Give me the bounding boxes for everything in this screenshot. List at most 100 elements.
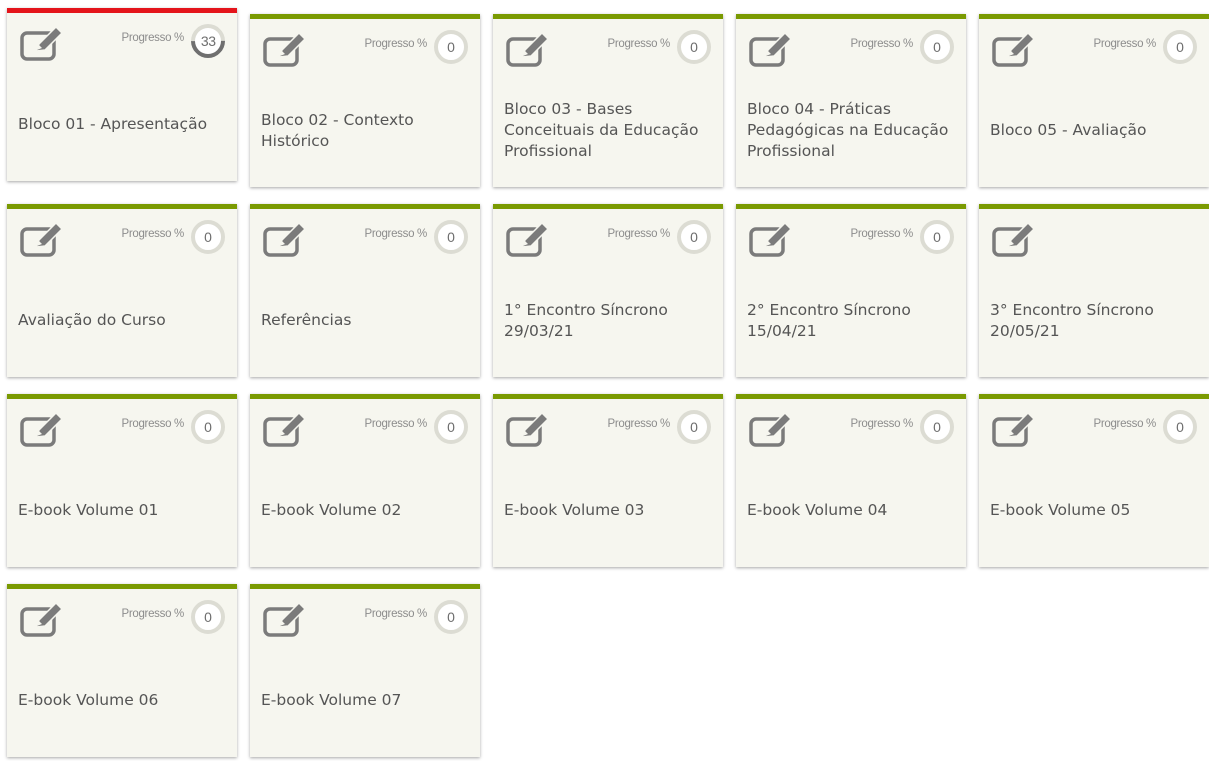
edit-pencil-icon — [20, 25, 64, 61]
tile-title: E-book Volume 02 — [261, 501, 402, 519]
progress-label: Progresso % — [364, 38, 427, 50]
progress-label: Progresso % — [607, 38, 670, 50]
progress-value: 0 — [204, 609, 212, 625]
tile-title: E-book Volume 07 — [261, 691, 402, 709]
edit-pencil-icon — [506, 411, 550, 447]
progress-ring: 0 — [434, 410, 468, 444]
tile-bloco-03[interactable]: Progresso % 0 Bloco 03 - Bases Conceitua… — [493, 14, 723, 187]
progress-value: 0 — [933, 229, 941, 245]
edit-pencil-icon — [749, 411, 793, 447]
tile-encontro-2[interactable]: Progresso % 0 2° Encontro Síncrono 15/04… — [736, 204, 966, 377]
progress-label: Progresso % — [850, 228, 913, 240]
tile-title: E-book Volume 05 — [990, 501, 1131, 519]
progress-ring: 0 — [434, 30, 468, 64]
edit-pencil-icon — [20, 601, 64, 637]
progress-label: Progresso % — [1093, 418, 1156, 430]
progress-value: 0 — [1176, 39, 1184, 55]
progress-value: 0 — [447, 39, 455, 55]
edit-pencil-icon — [263, 31, 307, 67]
tile-ebook-01[interactable]: Progresso % 0 E-book Volume 01 — [7, 394, 237, 567]
edit-pencil-icon — [20, 221, 64, 257]
progress-ring: 0 — [920, 410, 954, 444]
tile-referencias[interactable]: Progresso % 0 Referências — [250, 204, 480, 377]
progress-label: Progresso % — [121, 228, 184, 240]
tile-avaliacao-curso[interactable]: Progresso % 0 Avaliação do Curso — [7, 204, 237, 377]
progress-label: Progresso % — [121, 418, 184, 430]
progress-label: Progresso % — [121, 608, 184, 620]
progress-ring: 0 — [677, 220, 711, 254]
progress-ring: 0 — [1163, 410, 1197, 444]
edit-pencil-icon — [263, 221, 307, 257]
progress-value: 0 — [1176, 419, 1184, 435]
tile-ebook-07[interactable]: Progresso % 0 E-book Volume 07 — [250, 584, 480, 757]
tile-title: Bloco 05 - Avaliação — [990, 121, 1147, 139]
progress-label: Progresso % — [364, 228, 427, 240]
progress-label: Progresso % — [364, 418, 427, 430]
tile-ebook-06[interactable]: Progresso % 0 E-book Volume 06 — [7, 584, 237, 757]
progress-value: 0 — [447, 419, 455, 435]
tile-title: 1° Encontro Síncrono 29/03/21 — [504, 300, 668, 340]
tile-title: E-book Volume 03 — [504, 501, 645, 519]
tile-title: Bloco 03 - Bases Conceituais da Educação… — [504, 100, 699, 160]
tile-ebook-05[interactable]: Progresso % 0 E-book Volume 05 — [979, 394, 1209, 567]
progress-ring: 0 — [191, 220, 225, 254]
tile-bloco-02[interactable]: Progresso % 0 Bloco 02 - Contexto Histór… — [250, 14, 480, 187]
tile-title: Bloco 04 - Práticas Pedagógicas na Educa… — [747, 100, 949, 160]
tile-title: 2° Encontro Síncrono 15/04/21 — [747, 300, 911, 340]
edit-pencil-icon — [992, 31, 1036, 67]
tile-title: E-book Volume 04 — [747, 501, 888, 519]
edit-pencil-icon — [506, 221, 550, 257]
progress-ring: 0 — [191, 600, 225, 634]
progress-value: 0 — [933, 419, 941, 435]
progress-label: Progresso % — [607, 418, 670, 430]
tile-title: Avaliação do Curso — [18, 311, 166, 329]
tile-ebook-02[interactable]: Progresso % 0 E-book Volume 02 — [250, 394, 480, 567]
progress-value: 33 — [200, 32, 216, 49]
tile-ebook-03[interactable]: Progresso % 0 E-book Volume 03 — [493, 394, 723, 567]
edit-pencil-icon — [749, 31, 793, 67]
edit-pencil-icon — [263, 411, 307, 447]
progress-value: 0 — [447, 229, 455, 245]
progress-label: Progresso % — [1093, 38, 1156, 50]
progress-value: 0 — [447, 609, 455, 625]
edit-pencil-icon — [992, 221, 1036, 257]
tile-bloco-01[interactable]: Progresso % 33 Bloco 01 - Apresentação — [7, 8, 237, 181]
progress-value: 0 — [690, 229, 698, 245]
tile-encontro-3[interactable]: 3° Encontro Síncrono 20/05/21 — [979, 204, 1209, 377]
tile-ebook-04[interactable]: Progresso % 0 E-book Volume 04 — [736, 394, 966, 567]
tile-title: 3° Encontro Síncrono 20/05/21 — [990, 300, 1154, 340]
progress-ring: 0 — [1163, 30, 1197, 64]
progress-ring: 0 — [434, 600, 468, 634]
progress-ring: 0 — [677, 30, 711, 64]
progress-value: 0 — [690, 39, 698, 55]
tile-encontro-1[interactable]: Progresso % 0 1° Encontro Síncrono 29/03… — [493, 204, 723, 377]
tile-bloco-05[interactable]: Progresso % 0 Bloco 05 - Avaliação — [979, 14, 1209, 187]
progress-ring: 0 — [434, 220, 468, 254]
progress-value: 0 — [690, 419, 698, 435]
progress-label: Progresso % — [121, 32, 184, 44]
tile-title: E-book Volume 01 — [18, 501, 159, 519]
progress-value: 0 — [204, 229, 212, 245]
edit-pencil-icon — [20, 411, 64, 447]
tile-title: Referências — [261, 311, 352, 329]
progress-ring: 0 — [677, 410, 711, 444]
activity-grid: Progresso % 33 Bloco 01 - Apresentação P… — [0, 0, 1209, 761]
progress-label: Progresso % — [850, 418, 913, 430]
progress-label: Progresso % — [850, 38, 913, 50]
tile-title: Bloco 01 - Apresentação — [18, 115, 208, 133]
edit-pencil-icon — [992, 411, 1036, 447]
edit-pencil-icon — [506, 31, 550, 67]
edit-pencil-icon — [749, 221, 793, 257]
progress-ring: 33 — [183, 16, 233, 66]
tile-bloco-04[interactable]: Progresso % 0 Bloco 04 - Práticas Pedagó… — [736, 14, 966, 187]
tile-title: Bloco 02 - Contexto Histórico — [261, 110, 414, 150]
progress-ring: 0 — [191, 410, 225, 444]
progress-ring: 0 — [920, 220, 954, 254]
tile-title: E-book Volume 06 — [18, 691, 159, 709]
progress-value: 0 — [204, 419, 212, 435]
edit-pencil-icon — [263, 601, 307, 637]
progress-label: Progresso % — [364, 608, 427, 620]
progress-label: Progresso % — [607, 228, 670, 240]
progress-value: 0 — [933, 39, 941, 55]
progress-ring: 0 — [920, 30, 954, 64]
